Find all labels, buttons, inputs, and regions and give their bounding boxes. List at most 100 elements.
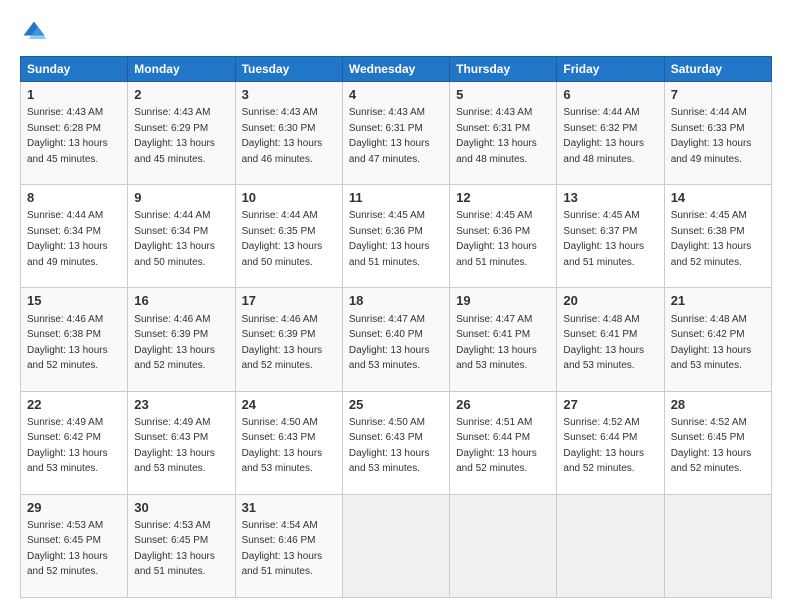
week-row-4: 22 Sunrise: 4:49 AMSunset: 6:42 PMDaylig… bbox=[21, 391, 772, 494]
page: SundayMondayTuesdayWednesdayThursdayFrid… bbox=[0, 0, 792, 612]
day-number: 10 bbox=[242, 189, 336, 207]
calendar-cell: 31 Sunrise: 4:54 AMSunset: 6:46 PMDaylig… bbox=[235, 494, 342, 597]
calendar-body: 1 Sunrise: 4:43 AMSunset: 6:28 PMDayligh… bbox=[21, 82, 772, 598]
day-info: Sunrise: 4:53 AMSunset: 6:45 PMDaylight:… bbox=[27, 520, 108, 578]
day-info: Sunrise: 4:43 AMSunset: 6:31 PMDaylight:… bbox=[456, 107, 537, 165]
calendar-cell: 23 Sunrise: 4:49 AMSunset: 6:43 PMDaylig… bbox=[128, 391, 235, 494]
calendar-cell: 9 Sunrise: 4:44 AMSunset: 6:34 PMDayligh… bbox=[128, 185, 235, 288]
calendar-cell: 1 Sunrise: 4:43 AMSunset: 6:28 PMDayligh… bbox=[21, 82, 128, 185]
calendar-cell: 20 Sunrise: 4:48 AMSunset: 6:41 PMDaylig… bbox=[557, 288, 664, 391]
day-number: 14 bbox=[671, 189, 765, 207]
day-number: 26 bbox=[456, 396, 550, 414]
calendar-cell: 7 Sunrise: 4:44 AMSunset: 6:33 PMDayligh… bbox=[664, 82, 771, 185]
calendar-cell bbox=[664, 494, 771, 597]
day-number: 21 bbox=[671, 292, 765, 310]
calendar-cell: 5 Sunrise: 4:43 AMSunset: 6:31 PMDayligh… bbox=[450, 82, 557, 185]
day-info: Sunrise: 4:54 AMSunset: 6:46 PMDaylight:… bbox=[242, 520, 323, 578]
day-info: Sunrise: 4:48 AMSunset: 6:42 PMDaylight:… bbox=[671, 314, 752, 372]
day-info: Sunrise: 4:51 AMSunset: 6:44 PMDaylight:… bbox=[456, 417, 537, 475]
day-number: 27 bbox=[563, 396, 657, 414]
day-number: 11 bbox=[349, 189, 443, 207]
day-number: 8 bbox=[27, 189, 121, 207]
day-info: Sunrise: 4:46 AMSunset: 6:38 PMDaylight:… bbox=[27, 314, 108, 372]
day-info: Sunrise: 4:49 AMSunset: 6:42 PMDaylight:… bbox=[27, 417, 108, 475]
calendar-cell: 8 Sunrise: 4:44 AMSunset: 6:34 PMDayligh… bbox=[21, 185, 128, 288]
calendar-table: SundayMondayTuesdayWednesdayThursdayFrid… bbox=[20, 56, 772, 598]
day-info: Sunrise: 4:43 AMSunset: 6:28 PMDaylight:… bbox=[27, 107, 108, 165]
day-info: Sunrise: 4:45 AMSunset: 6:36 PMDaylight:… bbox=[456, 210, 537, 268]
day-info: Sunrise: 4:44 AMSunset: 6:35 PMDaylight:… bbox=[242, 210, 323, 268]
week-row-2: 8 Sunrise: 4:44 AMSunset: 6:34 PMDayligh… bbox=[21, 185, 772, 288]
column-header-row: SundayMondayTuesdayWednesdayThursdayFrid… bbox=[21, 57, 772, 82]
day-number: 6 bbox=[563, 86, 657, 104]
day-info: Sunrise: 4:43 AMSunset: 6:29 PMDaylight:… bbox=[134, 107, 215, 165]
day-number: 12 bbox=[456, 189, 550, 207]
calendar-cell: 10 Sunrise: 4:44 AMSunset: 6:35 PMDaylig… bbox=[235, 185, 342, 288]
day-info: Sunrise: 4:46 AMSunset: 6:39 PMDaylight:… bbox=[242, 314, 323, 372]
column-header-sunday: Sunday bbox=[21, 57, 128, 82]
day-info: Sunrise: 4:48 AMSunset: 6:41 PMDaylight:… bbox=[563, 314, 644, 372]
day-number: 29 bbox=[27, 499, 121, 517]
column-header-saturday: Saturday bbox=[664, 57, 771, 82]
logo-icon bbox=[20, 18, 48, 46]
logo bbox=[20, 18, 52, 46]
calendar-cell: 22 Sunrise: 4:49 AMSunset: 6:42 PMDaylig… bbox=[21, 391, 128, 494]
calendar-cell: 14 Sunrise: 4:45 AMSunset: 6:38 PMDaylig… bbox=[664, 185, 771, 288]
day-info: Sunrise: 4:50 AMSunset: 6:43 PMDaylight:… bbox=[349, 417, 430, 475]
calendar-cell: 25 Sunrise: 4:50 AMSunset: 6:43 PMDaylig… bbox=[342, 391, 449, 494]
calendar-cell bbox=[557, 494, 664, 597]
week-row-3: 15 Sunrise: 4:46 AMSunset: 6:38 PMDaylig… bbox=[21, 288, 772, 391]
day-info: Sunrise: 4:50 AMSunset: 6:43 PMDaylight:… bbox=[242, 417, 323, 475]
day-number: 2 bbox=[134, 86, 228, 104]
day-number: 13 bbox=[563, 189, 657, 207]
day-info: Sunrise: 4:45 AMSunset: 6:36 PMDaylight:… bbox=[349, 210, 430, 268]
day-number: 30 bbox=[134, 499, 228, 517]
calendar-cell: 17 Sunrise: 4:46 AMSunset: 6:39 PMDaylig… bbox=[235, 288, 342, 391]
day-info: Sunrise: 4:45 AMSunset: 6:38 PMDaylight:… bbox=[671, 210, 752, 268]
calendar-cell bbox=[450, 494, 557, 597]
day-info: Sunrise: 4:53 AMSunset: 6:45 PMDaylight:… bbox=[134, 520, 215, 578]
day-number: 15 bbox=[27, 292, 121, 310]
day-number: 9 bbox=[134, 189, 228, 207]
day-number: 16 bbox=[134, 292, 228, 310]
column-header-tuesday: Tuesday bbox=[235, 57, 342, 82]
day-number: 23 bbox=[134, 396, 228, 414]
day-info: Sunrise: 4:43 AMSunset: 6:31 PMDaylight:… bbox=[349, 107, 430, 165]
day-info: Sunrise: 4:44 AMSunset: 6:33 PMDaylight:… bbox=[671, 107, 752, 165]
week-row-1: 1 Sunrise: 4:43 AMSunset: 6:28 PMDayligh… bbox=[21, 82, 772, 185]
header bbox=[20, 18, 772, 46]
day-info: Sunrise: 4:47 AMSunset: 6:40 PMDaylight:… bbox=[349, 314, 430, 372]
calendar-cell: 19 Sunrise: 4:47 AMSunset: 6:41 PMDaylig… bbox=[450, 288, 557, 391]
column-header-thursday: Thursday bbox=[450, 57, 557, 82]
day-number: 18 bbox=[349, 292, 443, 310]
calendar-cell bbox=[342, 494, 449, 597]
day-number: 24 bbox=[242, 396, 336, 414]
day-number: 19 bbox=[456, 292, 550, 310]
calendar-cell: 12 Sunrise: 4:45 AMSunset: 6:36 PMDaylig… bbox=[450, 185, 557, 288]
calendar-cell: 3 Sunrise: 4:43 AMSunset: 6:30 PMDayligh… bbox=[235, 82, 342, 185]
calendar-cell: 28 Sunrise: 4:52 AMSunset: 6:45 PMDaylig… bbox=[664, 391, 771, 494]
day-number: 22 bbox=[27, 396, 121, 414]
day-number: 20 bbox=[563, 292, 657, 310]
column-header-friday: Friday bbox=[557, 57, 664, 82]
day-number: 4 bbox=[349, 86, 443, 104]
calendar-cell: 24 Sunrise: 4:50 AMSunset: 6:43 PMDaylig… bbox=[235, 391, 342, 494]
column-header-wednesday: Wednesday bbox=[342, 57, 449, 82]
calendar-cell: 15 Sunrise: 4:46 AMSunset: 6:38 PMDaylig… bbox=[21, 288, 128, 391]
calendar-cell: 21 Sunrise: 4:48 AMSunset: 6:42 PMDaylig… bbox=[664, 288, 771, 391]
day-number: 1 bbox=[27, 86, 121, 104]
day-info: Sunrise: 4:46 AMSunset: 6:39 PMDaylight:… bbox=[134, 314, 215, 372]
day-number: 25 bbox=[349, 396, 443, 414]
day-info: Sunrise: 4:52 AMSunset: 6:45 PMDaylight:… bbox=[671, 417, 752, 475]
column-header-monday: Monday bbox=[128, 57, 235, 82]
day-info: Sunrise: 4:44 AMSunset: 6:34 PMDaylight:… bbox=[134, 210, 215, 268]
day-info: Sunrise: 4:52 AMSunset: 6:44 PMDaylight:… bbox=[563, 417, 644, 475]
day-number: 31 bbox=[242, 499, 336, 517]
calendar-cell: 4 Sunrise: 4:43 AMSunset: 6:31 PMDayligh… bbox=[342, 82, 449, 185]
calendar-cell: 29 Sunrise: 4:53 AMSunset: 6:45 PMDaylig… bbox=[21, 494, 128, 597]
week-row-5: 29 Sunrise: 4:53 AMSunset: 6:45 PMDaylig… bbox=[21, 494, 772, 597]
day-info: Sunrise: 4:47 AMSunset: 6:41 PMDaylight:… bbox=[456, 314, 537, 372]
day-number: 5 bbox=[456, 86, 550, 104]
day-number: 3 bbox=[242, 86, 336, 104]
day-info: Sunrise: 4:49 AMSunset: 6:43 PMDaylight:… bbox=[134, 417, 215, 475]
